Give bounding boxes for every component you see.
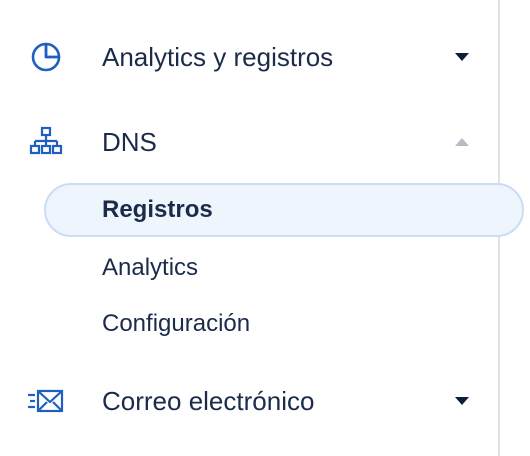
nav-item-email[interactable]: Correo electrónico	[0, 371, 498, 431]
chevron-down-icon[interactable]	[454, 396, 470, 406]
fast-mail-icon	[27, 382, 65, 420]
sitemap-icon	[27, 123, 65, 161]
nav-item-analytics[interactable]: Analytics y registros	[0, 27, 498, 87]
subnav-item-registros[interactable]: Registros	[44, 183, 524, 237]
pie-chart-icon	[27, 38, 65, 76]
nav-item-label: Correo electrónico	[102, 385, 315, 416]
nav-item-label: Analytics y registros	[102, 41, 334, 72]
nav-item-dns[interactable]: DNS	[0, 112, 498, 172]
subnav-item-label: Registros	[102, 196, 213, 223]
subnav-item-analytics[interactable]: Analytics	[0, 241, 498, 295]
subnav-item-configuracion[interactable]: Configuración	[0, 297, 498, 351]
subnav-item-label: Analytics	[102, 254, 199, 281]
chevron-down-icon[interactable]	[454, 52, 470, 62]
chevron-up-icon[interactable]	[454, 137, 470, 147]
nav-item-label: DNS	[102, 126, 157, 157]
subnav-item-label: Configuración	[102, 310, 251, 337]
